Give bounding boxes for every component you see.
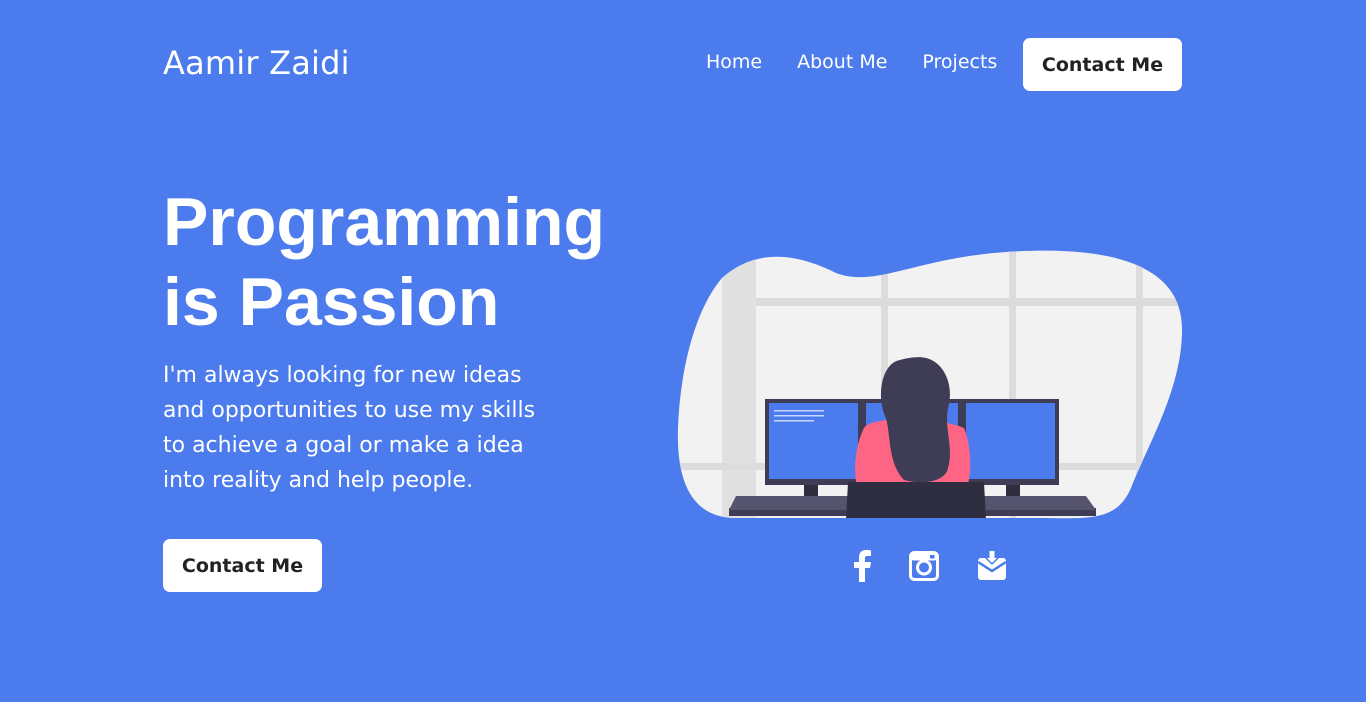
social-links [845, 549, 1009, 583]
hero-title-line-1: Programming [163, 184, 606, 260]
hero-contact-button[interactable]: Contact Me [163, 539, 322, 592]
instagram-icon[interactable] [907, 549, 941, 583]
nav-home-link[interactable]: Home [706, 51, 762, 73]
hero-title-line-2: is Passion [163, 264, 500, 340]
nav-projects-link[interactable]: Projects [922, 51, 997, 73]
mail-download-icon[interactable] [975, 549, 1009, 583]
brand-logo[interactable]: Aamir Zaidi [163, 44, 350, 82]
nav-about-link[interactable]: About Me [797, 51, 887, 73]
hero-description: I'm always looking for new ideas and opp… [163, 363, 536, 493]
facebook-icon[interactable] [845, 549, 879, 583]
header-contact-button[interactable]: Contact Me [1023, 38, 1182, 91]
hero-title: Programming is Passion [163, 182, 663, 342]
landing-page: Aamir Zaidi Home About Me Projects Conta… [0, 0, 1366, 702]
main-nav: Home About Me Projects [706, 51, 997, 73]
hero-illustration [677, 250, 1183, 519]
